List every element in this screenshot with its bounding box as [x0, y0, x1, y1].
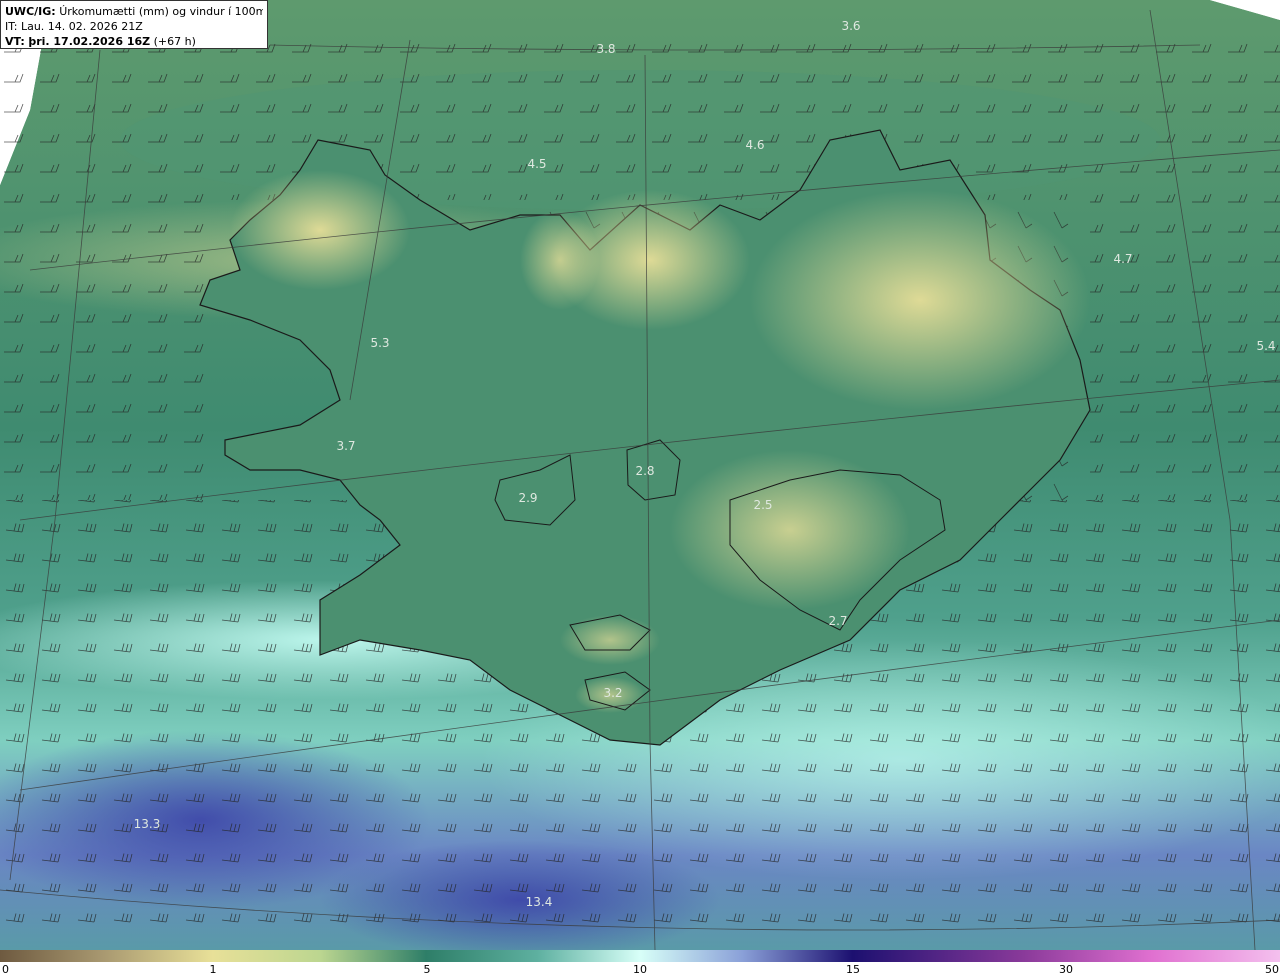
scale-label: 30 — [1059, 963, 1073, 976]
scale-label: 50 — [1265, 963, 1279, 976]
color-scale-bar — [0, 950, 1280, 962]
value-label: 3.7 — [336, 439, 355, 453]
value-label: 4.6 — [745, 138, 764, 152]
title-row: UWC/IG: Úrkomumætti (mm) og vindur í 100… — [5, 4, 263, 19]
scale-label: 10 — [633, 963, 647, 976]
init-time: Lau. 14. 02. 2026 21Z — [20, 20, 143, 33]
value-label: 13.4 — [526, 895, 553, 909]
scale-label: 15 — [846, 963, 860, 976]
model-name: UWC/IG: — [5, 5, 56, 18]
valid-time-row: VT: þri. 17.02.2026 16Z (+67 h) — [5, 34, 263, 49]
scale-label: 0 — [2, 963, 9, 976]
value-label: 2.5 — [753, 498, 772, 512]
value-label: 3.2 — [603, 686, 622, 700]
value-label: 4.7 — [1113, 252, 1132, 266]
valid-time: þri. 17.02.2026 16Z — [28, 35, 151, 48]
scale-label: 5 — [423, 963, 431, 976]
map-legend: UWC/IG: Úrkomumætti (mm) og vindur í 100… — [0, 0, 268, 49]
value-label: 3.6 — [841, 19, 860, 33]
value-label: 3.8 — [596, 42, 615, 56]
map-title: Úrkomumætti (mm) og vindur í 100m hæð — [59, 5, 263, 18]
value-label: 2.7 — [828, 614, 847, 628]
value-label: 4.5 — [527, 157, 546, 171]
init-time-row: IT: Lau. 14. 02. 2026 21Z — [5, 19, 263, 34]
init-time-prefix: IT: — [5, 20, 18, 33]
lead-time: (+67 h) — [153, 35, 196, 48]
value-label: 5.4 — [1256, 339, 1275, 353]
value-label: 13.3 — [134, 817, 161, 831]
color-scale-labels: 0 1 5 10 15 30 50 — [0, 962, 1280, 978]
value-label: 2.9 — [518, 491, 537, 505]
precipitation-map: 3.6 3.8 4.6 4.5 4.7 5.4 5.3 3.7 2.8 2.9 … — [0, 0, 1280, 950]
scale-label: 1 — [209, 963, 217, 976]
valid-time-prefix: VT: — [5, 35, 25, 48]
value-label: 2.8 — [635, 464, 654, 478]
value-label: 5.3 — [370, 336, 389, 350]
wind-barbs-north — [0, 40, 1280, 200]
